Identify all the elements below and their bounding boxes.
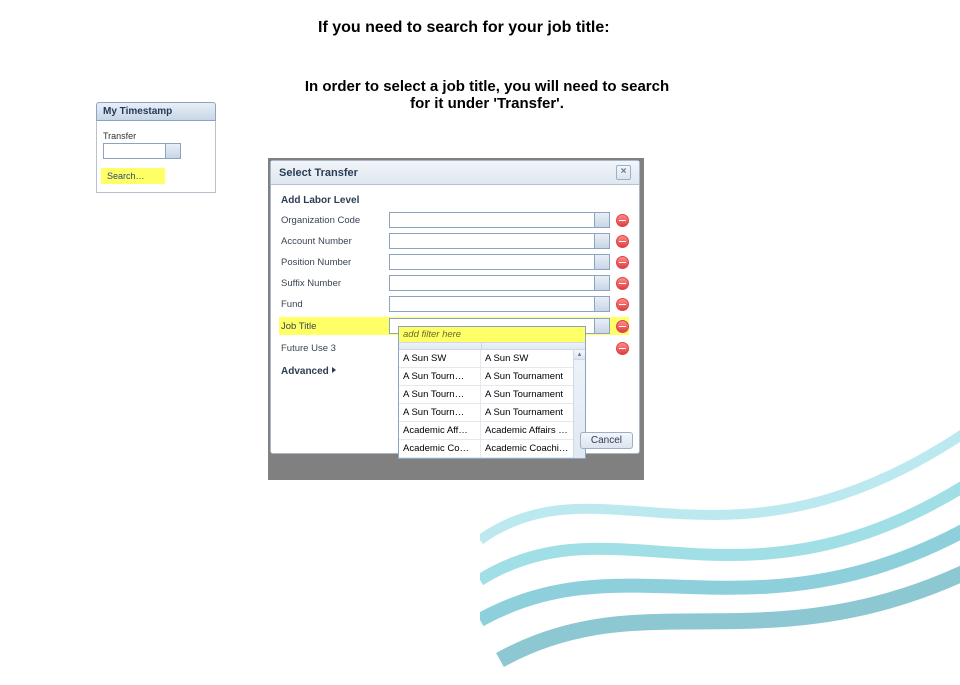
field-label: Suffix Number (281, 278, 383, 289)
remove-icon[interactable] (616, 320, 629, 333)
page-heading: If you need to search for your job title… (318, 18, 610, 39)
remove-icon[interactable] (616, 277, 629, 290)
transfer-dropdown[interactable] (103, 143, 181, 159)
dropdown-cell: Academic Affairs PT (481, 422, 573, 439)
chevron-down-icon (599, 323, 605, 327)
my-timestamp-panel: My Timestamp Transfer Search… (96, 102, 216, 193)
modal-title: Select Transfer (279, 167, 358, 179)
chevron-down-icon (599, 280, 605, 284)
chevron-down-icon (599, 217, 605, 221)
dropdown-row[interactable]: A Sun Tourn…A Sun Tournament (399, 386, 585, 404)
field-label: Position Number (281, 257, 383, 268)
chevron-down-icon (599, 259, 605, 263)
my-timestamp-tab[interactable]: My Timestamp (96, 102, 216, 121)
field-label: Organization Code (281, 215, 383, 226)
remove-icon[interactable] (616, 342, 629, 355)
remove-icon[interactable] (616, 298, 629, 311)
dropdown-row[interactable]: A Sun Tourn…A Sun Tournament (399, 404, 585, 422)
fund-dropdown[interactable] (389, 296, 610, 312)
field-row-account-number: Account Number (281, 233, 629, 249)
dropdown-cell: A Sun SW (481, 350, 573, 367)
dropdown-cell: Academic Aff… (399, 422, 481, 439)
chevron-down-icon (170, 148, 176, 152)
dropdown-cell: A Sun Tourn… (399, 386, 481, 403)
job-title-dropdown-panel: add filter here ▴ A Sun SWA Sun SWA Sun … (398, 326, 586, 459)
remove-icon[interactable] (616, 214, 629, 227)
remove-icon[interactable] (616, 256, 629, 269)
dropdown-cell: A Sun Tourn… (399, 368, 481, 385)
dropdown-cell: Academic Coaching (481, 440, 573, 457)
org-code-dropdown[interactable] (389, 212, 610, 228)
dropdown-row[interactable]: Academic Co…Academic Coaching (399, 440, 585, 458)
remove-icon[interactable] (616, 235, 629, 248)
dropdown-cell: A Sun SW (399, 350, 481, 367)
dropdown-row[interactable]: A Sun SWA Sun SW (399, 350, 585, 368)
page-subheading: In order to select a job title, you will… (300, 78, 674, 112)
scroll-up-icon[interactable]: ▴ (574, 350, 585, 360)
field-row-fund: Fund (281, 296, 629, 312)
suffix-number-dropdown[interactable] (389, 275, 610, 291)
field-row-suffix-number: Suffix Number (281, 275, 629, 291)
section-heading: Add Labor Level (281, 195, 629, 206)
dropdown-cell: Academic Co… (399, 440, 481, 457)
account-number-dropdown[interactable] (389, 233, 610, 249)
dropdown-row[interactable]: A Sun Tourn…A Sun Tournament (399, 368, 585, 386)
dropdown-filter-input[interactable]: add filter here (399, 327, 585, 342)
field-row-position-number: Position Number (281, 254, 629, 270)
close-button[interactable]: × (616, 165, 631, 180)
dropdown-header (399, 342, 585, 350)
field-row-org-code: Organization Code (281, 212, 629, 228)
dropdown-cell: A Sun Tournament (481, 368, 573, 385)
chevron-down-icon (599, 301, 605, 305)
field-label: Account Number (281, 236, 383, 247)
chevron-down-icon (599, 238, 605, 242)
field-label: Future Use 3 (281, 343, 383, 354)
dropdown-cell: A Sun Tournament (481, 404, 573, 421)
chevron-right-icon (332, 367, 336, 373)
dropdown-row[interactable]: Academic Aff…Academic Affairs PT (399, 422, 585, 440)
cancel-button[interactable]: Cancel (580, 432, 633, 449)
transfer-label: Transfer (103, 131, 209, 141)
position-number-dropdown[interactable] (389, 254, 610, 270)
field-label: Job Title (281, 321, 383, 332)
search-link[interactable]: Search… (103, 170, 163, 182)
dropdown-cell: A Sun Tourn… (399, 404, 481, 421)
field-label: Fund (281, 299, 383, 310)
dropdown-cell: A Sun Tournament (481, 386, 573, 403)
